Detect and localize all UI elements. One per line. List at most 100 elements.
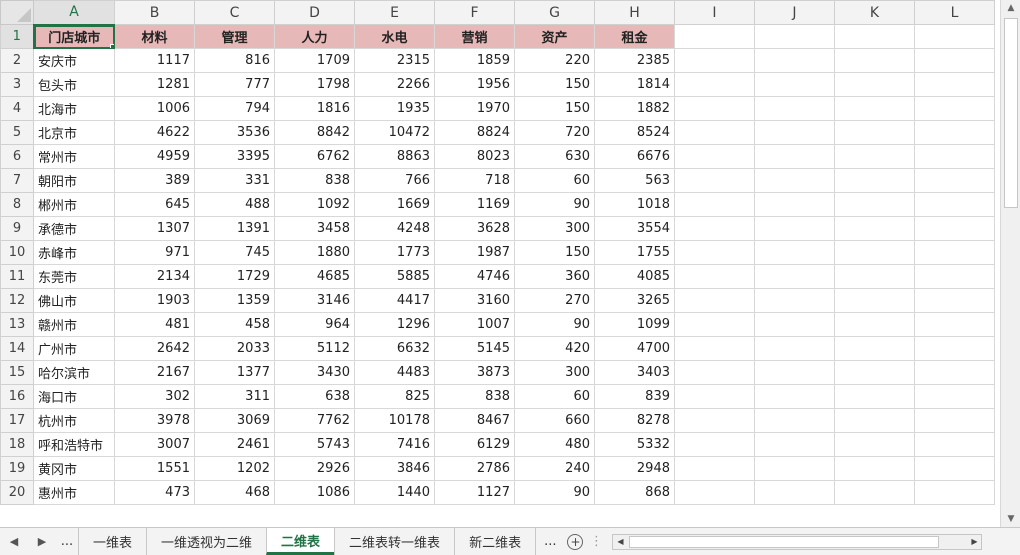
value-cell[interactable]: 2315 (354, 48, 435, 73)
value-cell[interactable]: 777 (194, 72, 275, 97)
column-header-c[interactable]: C (194, 0, 275, 25)
value-cell[interactable]: 4700 (594, 336, 675, 361)
empty-cell[interactable] (674, 144, 755, 169)
value-cell[interactable]: 302 (114, 384, 195, 409)
row-header[interactable]: 17 (0, 408, 34, 433)
row-header[interactable]: 12 (0, 288, 34, 313)
empty-cell[interactable] (754, 384, 835, 409)
value-cell[interactable]: 3554 (594, 216, 675, 241)
value-cell[interactable]: 3146 (274, 288, 355, 313)
scroll-down-icon[interactable]: ▼ (1001, 511, 1020, 527)
city-cell[interactable]: 安庆市 (33, 48, 115, 73)
value-cell[interactable]: 2642 (114, 336, 195, 361)
empty-cell[interactable] (834, 240, 915, 265)
empty-cell[interactable] (754, 480, 835, 505)
empty-cell[interactable] (834, 168, 915, 193)
value-cell[interactable]: 2134 (114, 264, 195, 289)
empty-cell[interactable] (754, 336, 835, 361)
row-header[interactable]: 6 (0, 144, 34, 169)
value-cell[interactable]: 1729 (194, 264, 275, 289)
value-cell[interactable]: 1099 (594, 312, 675, 337)
value-cell[interactable]: 3265 (594, 288, 675, 313)
row-header[interactable]: 11 (0, 264, 34, 289)
scroll-up-icon[interactable]: ▲ (1001, 0, 1020, 16)
empty-cell[interactable] (674, 288, 755, 313)
row-header[interactable]: 8 (0, 192, 34, 217)
column-header-b[interactable]: B (114, 0, 195, 25)
value-cell[interactable]: 1007 (434, 312, 515, 337)
empty-cell[interactable] (834, 144, 915, 169)
empty-cell[interactable] (754, 168, 835, 193)
value-cell[interactable]: 718 (434, 168, 515, 193)
value-cell[interactable]: 3458 (274, 216, 355, 241)
value-cell[interactable]: 1880 (274, 240, 355, 265)
city-cell[interactable]: 黄冈市 (33, 456, 115, 481)
value-cell[interactable]: 2786 (434, 456, 515, 481)
sheet-tab[interactable]: 新二维表 (454, 528, 535, 555)
value-cell[interactable]: 1903 (114, 288, 195, 313)
value-cell[interactable]: 468 (194, 480, 275, 505)
empty-cell[interactable] (674, 240, 755, 265)
empty-cell[interactable] (674, 264, 755, 289)
value-cell[interactable]: 420 (514, 336, 595, 361)
value-cell[interactable]: 480 (514, 432, 595, 457)
value-cell[interactable]: 5885 (354, 264, 435, 289)
empty-cell[interactable] (674, 384, 755, 409)
value-cell[interactable]: 1359 (194, 288, 275, 313)
empty-cell[interactable] (914, 360, 995, 385)
value-cell[interactable]: 2266 (354, 72, 435, 97)
value-cell[interactable]: 838 (274, 168, 355, 193)
prev-sheet-icon[interactable]: ◀ (0, 528, 28, 555)
value-cell[interactable]: 60 (514, 384, 595, 409)
value-cell[interactable]: 1882 (594, 96, 675, 121)
value-cell[interactable]: 1956 (434, 72, 515, 97)
row-header[interactable]: 4 (0, 96, 34, 121)
active-cell[interactable]: 门店城市 (33, 24, 115, 49)
empty-cell[interactable] (914, 168, 995, 193)
value-cell[interactable]: 8842 (274, 120, 355, 145)
empty-cell[interactable] (834, 384, 915, 409)
value-cell[interactable]: 90 (514, 192, 595, 217)
value-cell[interactable]: 458 (194, 312, 275, 337)
more-sheets-left[interactable]: ... (56, 528, 78, 555)
city-cell[interactable]: 呼和浩特市 (33, 432, 115, 457)
value-cell[interactable]: 964 (274, 312, 355, 337)
column-header-h[interactable]: H (594, 0, 675, 25)
value-cell[interactable]: 240 (514, 456, 595, 481)
empty-cell[interactable] (914, 336, 995, 361)
empty-cell[interactable] (834, 360, 915, 385)
empty-cell[interactable] (914, 456, 995, 481)
row-header[interactable]: 15 (0, 360, 34, 385)
value-cell[interactable]: 4085 (594, 264, 675, 289)
empty-cell[interactable] (834, 336, 915, 361)
scroll-left-icon[interactable]: ◀ (613, 535, 627, 549)
city-cell[interactable]: 东莞市 (33, 264, 115, 289)
value-cell[interactable]: 1391 (194, 216, 275, 241)
value-cell[interactable]: 8023 (434, 144, 515, 169)
column-header-e[interactable]: E (354, 0, 435, 25)
value-cell[interactable]: 816 (194, 48, 275, 73)
row-header[interactable]: 18 (0, 432, 34, 457)
value-cell[interactable]: 3007 (114, 432, 195, 457)
value-cell[interactable]: 1814 (594, 72, 675, 97)
header-cell[interactable]: 资产 (514, 24, 595, 49)
value-cell[interactable]: 488 (194, 192, 275, 217)
value-cell[interactable]: 1859 (434, 48, 515, 73)
column-header-j[interactable]: J (754, 0, 835, 25)
value-cell[interactable]: 4622 (114, 120, 195, 145)
empty-cell[interactable] (914, 264, 995, 289)
empty-cell[interactable] (674, 480, 755, 505)
value-cell[interactable]: 2033 (194, 336, 275, 361)
empty-cell[interactable] (674, 360, 755, 385)
header-cell[interactable]: 租金 (594, 24, 675, 49)
empty-cell[interactable] (914, 192, 995, 217)
empty-cell[interactable] (914, 480, 995, 505)
value-cell[interactable]: 10178 (354, 408, 435, 433)
column-header-f[interactable]: F (434, 0, 515, 25)
empty-cell[interactable] (754, 312, 835, 337)
empty-cell[interactable] (754, 288, 835, 313)
row-header[interactable]: 20 (0, 480, 34, 505)
value-cell[interactable]: 720 (514, 120, 595, 145)
cell-table[interactable]: ABCDEFGHIJKL 1 门店城市 材料 管理 人力 水电 营销 资产 租金 2 安庆市 1117… (0, 0, 995, 505)
empty-cell[interactable] (834, 96, 915, 121)
